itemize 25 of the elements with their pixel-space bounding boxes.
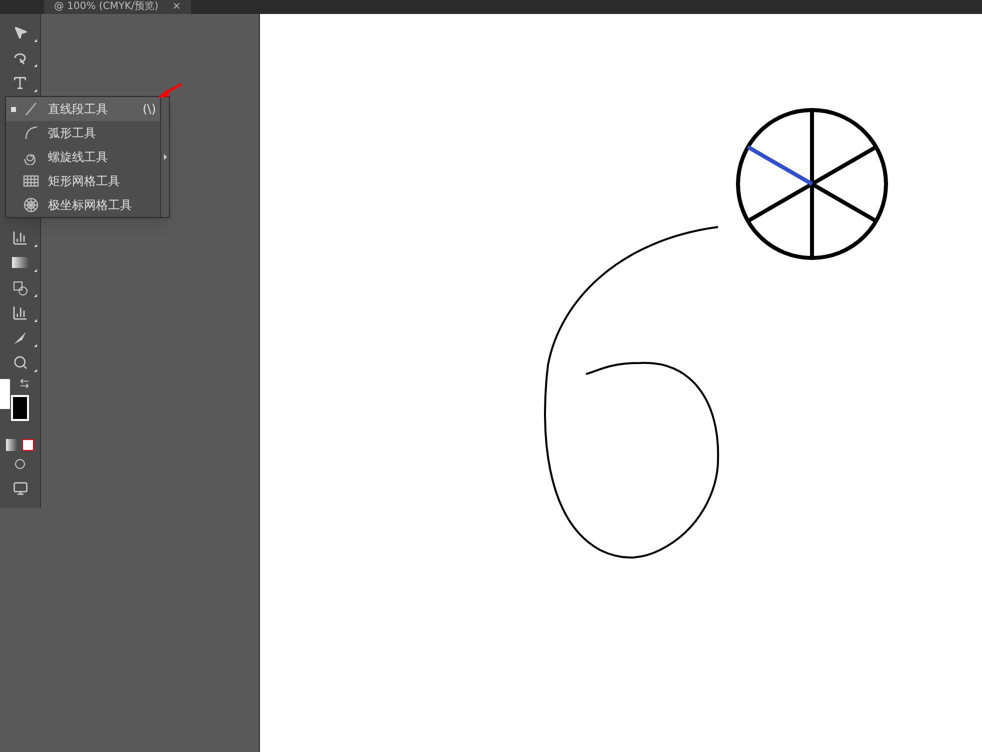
menu-item-label: 矩形网格工具: [48, 173, 120, 190]
menu-item[interactable]: 矩形网格工具: [6, 169, 160, 193]
menu-item[interactable]: 直线段工具 (\): [6, 97, 160, 121]
none-swatch[interactable]: [22, 439, 34, 451]
shortcut-label: (\): [142, 101, 156, 118]
stroke-swatch[interactable]: [11, 395, 29, 421]
grid-icon: [23, 173, 39, 189]
annotation-arrow-icon: [155, 82, 183, 100]
menu-item[interactable]: 螺旋线工具: [6, 145, 160, 169]
menu-item-label: 直线段工具: [48, 101, 108, 118]
close-tab-button[interactable]: ×: [172, 0, 181, 14]
arc-icon: [23, 125, 39, 141]
swap-icon[interactable]: [19, 378, 30, 389]
active-marker-icon: [10, 106, 16, 112]
fill-swatch[interactable]: [0, 379, 10, 409]
menu-item-label: 极坐标网格工具: [48, 197, 132, 214]
document-tab-title: @ 100% (CMYK/预览): [54, 0, 158, 14]
document-tab[interactable]: @ 100% (CMYK/预览) ×: [44, 0, 191, 14]
menu-item-label: 弧形工具: [48, 125, 96, 142]
polar-grid-icon: [23, 197, 39, 213]
menu-item[interactable]: 极坐标网格工具: [6, 193, 160, 217]
menu-item-label: 螺旋线工具: [48, 149, 108, 166]
line-segment-icon: [23, 101, 39, 117]
menu-item[interactable]: 弧形工具: [6, 121, 160, 145]
gradient-swatch[interactable]: [6, 439, 18, 451]
